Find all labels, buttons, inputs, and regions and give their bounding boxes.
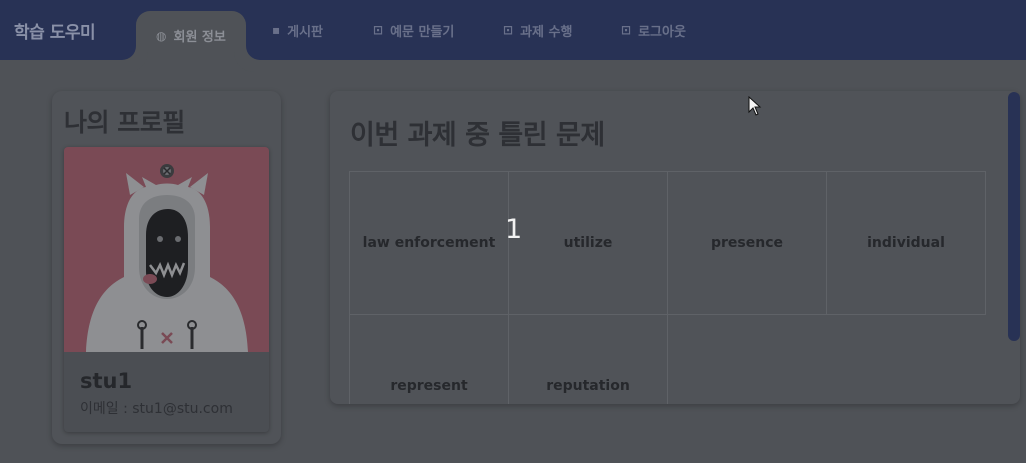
tab-label: 게시판 — [287, 24, 324, 40]
wrong-problems-title: 이번 과제 중 틀린 문제 — [350, 120, 605, 151]
profile-username: stu1 — [80, 369, 133, 393]
word-card[interactable]: law enforcement — [349, 171, 509, 315]
tab-assignment[interactable]: ⊡ 과제 수행 — [503, 0, 572, 60]
word-card[interactable]: individual — [826, 171, 986, 315]
profile-title: 나의 프로필 — [64, 108, 185, 137]
profile-card: 나의 프로필 stu1 이메일: stu1@stu.com — [52, 91, 281, 444]
overlay-number: 1 — [505, 214, 523, 245]
tab-member-info[interactable]: ◍ 회원 정보 — [136, 11, 246, 60]
profile-inner-card: stu1 이메일 : stu1@stu.com — [64, 147, 269, 432]
word-card[interactable]: represent — [349, 314, 509, 404]
avatar — [64, 147, 269, 352]
sentence-icon: ⊡ — [373, 23, 384, 37]
board-icon: ▪ — [272, 23, 281, 37]
tab-label: 예문 만들기 — [390, 24, 455, 40]
wrong-problems-panel: 이번 과제 중 틀린 문제 law enforcement utilize pr… — [330, 91, 1020, 404]
word-card[interactable]: utilize — [508, 171, 668, 315]
logout-icon: ⊡ — [621, 23, 632, 37]
task-icon: ⊡ — [503, 23, 514, 37]
tab-label: 과제 수행 — [520, 24, 573, 40]
tab-label: 로그아웃 — [638, 24, 686, 40]
word-card[interactable]: reputation — [508, 314, 668, 404]
user-circle-icon: ◍ — [156, 28, 167, 43]
tab-logout[interactable]: ⊡ 로그아웃 — [621, 0, 686, 60]
tab-make-sentence[interactable]: ⊡ 예문 만들기 — [373, 0, 454, 60]
profile-email: 이메일 : stu1@stu.com — [80, 401, 233, 417]
top-navbar: 학습 도우미 ◍ 회원 정보 ▪ 게시판 ⊡ 예문 만들기 ⊡ 과제 수행 ⊡ … — [0, 0, 1026, 60]
tab-label: 회원 정보 — [173, 30, 226, 45]
tab-board[interactable]: ▪ 게시판 — [272, 0, 323, 60]
panel-scrollbar[interactable] — [1008, 92, 1020, 341]
word-card[interactable]: presence — [667, 171, 827, 315]
mouse-cursor-icon — [748, 96, 762, 116]
wrong-words-grid: law enforcement utilize presence individ… — [349, 171, 986, 404]
brand-title[interactable]: 학습 도우미 — [14, 18, 96, 43]
